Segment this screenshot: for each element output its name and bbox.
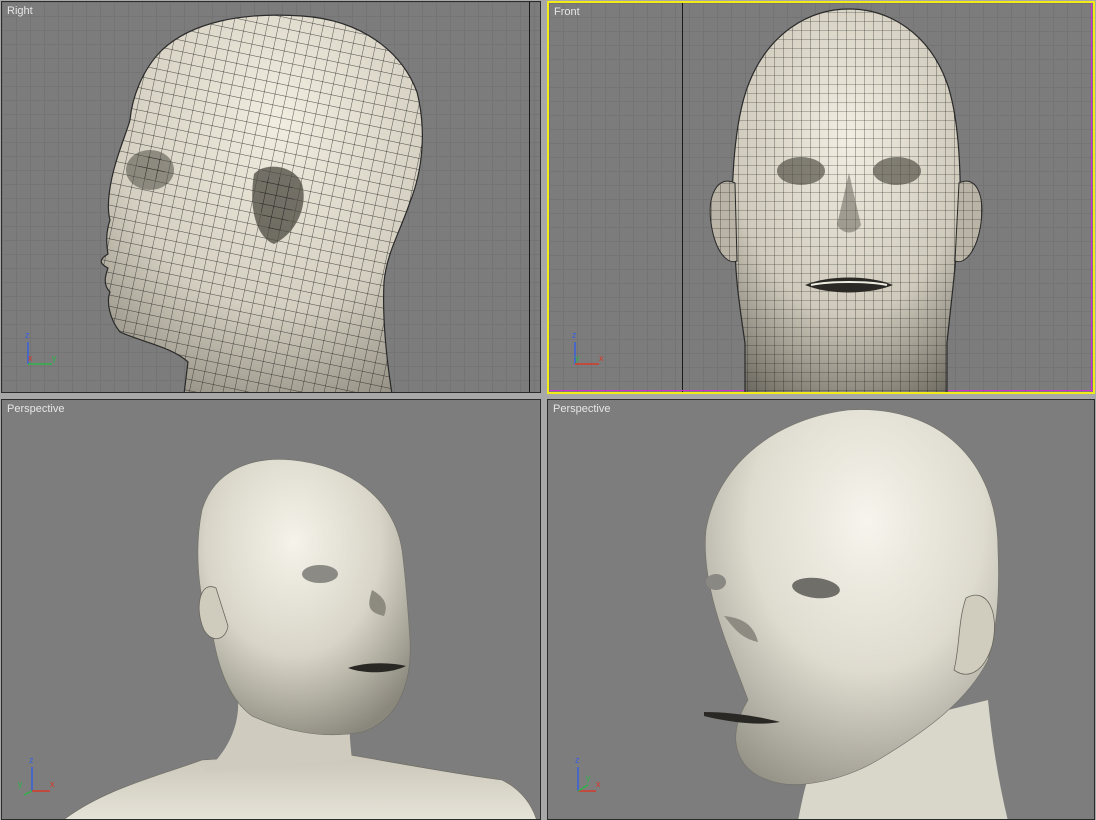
axis-gizmo-perspective-right: z y x	[568, 755, 608, 797]
axis-label-right: x	[599, 353, 604, 363]
viewport-perspective-right[interactable]: Perspective z y x	[547, 399, 1095, 820]
viewport-perspective-left[interactable]: Perspective z y x	[1, 399, 541, 820]
axis-label-left: x	[28, 353, 33, 363]
axis-label-right: y	[52, 353, 57, 363]
viewport-label-perspective-left[interactable]: Perspective	[7, 403, 64, 415]
axis-label-vertical: z	[572, 330, 577, 340]
viewport-label-front[interactable]: Front	[554, 6, 580, 18]
viewport-front[interactable]: Front z y x	[547, 1, 1095, 394]
head-wireframe-side-view[interactable]	[2, 2, 541, 393]
axis-label-left: y	[18, 779, 23, 789]
viewport-label-perspective-right[interactable]: Perspective	[553, 403, 610, 415]
axis-label-left: y	[575, 353, 580, 363]
viewport-right[interactable]: Right z x y	[1, 1, 541, 393]
axis-label-vertical: z	[29, 755, 34, 765]
axis-label-left: y	[586, 773, 591, 783]
axis-gizmo-right: z x y	[22, 330, 62, 370]
axis-label-right: x	[596, 779, 601, 789]
axis-label-vertical: z	[575, 755, 580, 765]
head-shaded-closeup-view[interactable]	[548, 400, 1095, 820]
head-wireframe-front-view[interactable]	[549, 3, 1093, 392]
viewport-label-right[interactable]: Right	[7, 5, 33, 17]
axis-gizmo-front: z y x	[569, 330, 609, 370]
head-shaded-perspective-view[interactable]	[2, 400, 541, 820]
axis-label-vertical: z	[25, 330, 30, 340]
axis-label-right: x	[50, 779, 55, 789]
axis-gizmo-perspective-left: z y x	[18, 755, 62, 797]
